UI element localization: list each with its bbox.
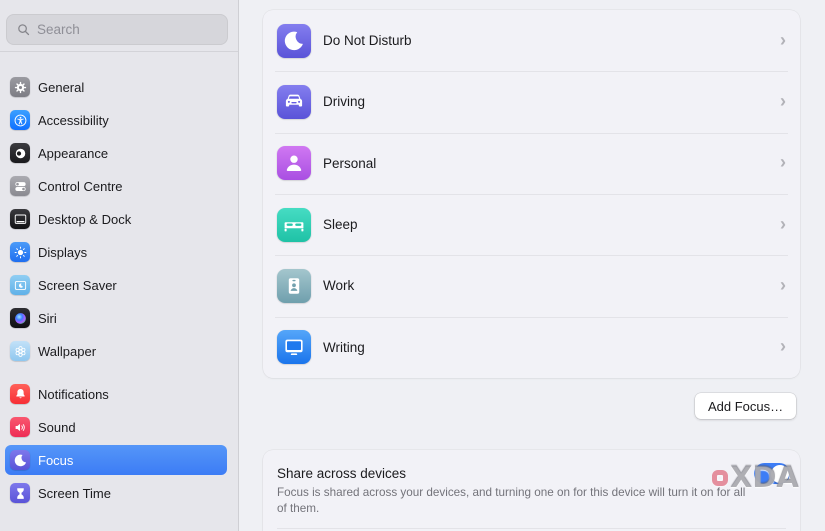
appearance-icon — [10, 143, 30, 163]
hourglass-icon — [10, 483, 30, 503]
add-focus-button[interactable]: Add Focus… — [695, 393, 797, 419]
focus-list-card: Do Not Disturb › Driving › Personal › Sl… — [263, 10, 800, 378]
control-centre-icon — [10, 176, 30, 196]
row-divider — [275, 193, 788, 195]
sidebar-item-siri[interactable]: Siri — [5, 303, 227, 333]
row-divider — [275, 255, 788, 257]
sidebar-item-screen-time[interactable]: Screen Time — [5, 478, 227, 508]
sidebar-item-desktop-dock[interactable]: Desktop & Dock — [5, 204, 227, 234]
sidebar-group: General Accessibility Appearance Control… — [5, 72, 227, 366]
search-placeholder: Search — [37, 22, 80, 37]
row-divider — [275, 71, 788, 73]
share-across-devices-description: Focus is shared across your devices, and… — [277, 486, 746, 515]
gear-icon — [10, 77, 30, 97]
share-across-devices-title: Share across devices — [277, 466, 407, 481]
chevron-right-icon: › — [780, 213, 786, 234]
row-divider — [275, 132, 788, 134]
bed-icon — [277, 207, 311, 242]
speaker-icon — [10, 417, 30, 437]
sidebar-item-focus[interactable]: Focus — [5, 445, 227, 475]
chevron-right-icon: › — [780, 152, 786, 173]
sidebar-item-wallpaper[interactable]: Wallpaper — [5, 336, 227, 366]
sidebar-item-screen-saver[interactable]: Screen Saver — [5, 270, 227, 300]
sidebar-item-control-centre[interactable]: Control Centre — [5, 171, 227, 201]
focus-row-sleep[interactable]: Sleep › — [263, 193, 800, 255]
share-card-divider — [277, 528, 786, 529]
share-across-devices-toggle[interactable] — [754, 463, 790, 484]
focus-row-driving[interactable]: Driving › — [263, 71, 800, 132]
bell-icon — [10, 384, 30, 404]
system-settings-window: Search General Accessibility Appearance … — [0, 0, 825, 531]
sidebar-list: General Accessibility Appearance Control… — [5, 72, 227, 511]
screensaver-icon — [10, 275, 30, 295]
chevron-right-icon: › — [780, 274, 786, 295]
toggle-knob — [770, 464, 789, 483]
sidebar-toolbar-divider — [0, 51, 238, 52]
display-icon — [277, 330, 311, 365]
settings-sidebar: Search General Accessibility Appearance … — [0, 0, 239, 531]
moon-icon — [277, 23, 311, 58]
sidebar-item-general[interactable]: General — [5, 72, 227, 102]
chevron-right-icon: › — [780, 29, 786, 50]
desktop-dock-icon — [10, 209, 30, 229]
wallpaper-icon — [10, 341, 30, 361]
focus-row-work[interactable]: Work › — [263, 255, 800, 316]
accessibility-icon — [10, 110, 30, 130]
sidebar-item-appearance[interactable]: Appearance — [5, 138, 227, 168]
moon-icon — [10, 450, 30, 470]
car-icon — [277, 84, 311, 119]
focus-row-do-not-disturb[interactable]: Do Not Disturb › — [263, 10, 800, 71]
row-divider — [275, 316, 788, 318]
person-icon — [277, 146, 311, 181]
chevron-right-icon: › — [780, 90, 786, 111]
sun-icon — [10, 242, 30, 262]
search-input[interactable]: Search — [6, 14, 228, 45]
badge-icon — [277, 268, 311, 303]
focus-row-writing[interactable]: Writing › — [263, 316, 800, 378]
sidebar-item-accessibility[interactable]: Accessibility — [5, 105, 227, 135]
sidebar-item-notifications[interactable]: Notifications — [5, 379, 227, 409]
focus-row-personal[interactable]: Personal › — [263, 132, 800, 194]
siri-icon — [10, 308, 30, 328]
sidebar-item-displays[interactable]: Displays — [5, 237, 227, 267]
sidebar-group: Notifications Sound Focus Screen Time — [5, 379, 227, 508]
sidebar-item-sound[interactable]: Sound — [5, 412, 227, 442]
search-icon — [18, 24, 30, 36]
share-across-devices-card: Share across devices Focus is shared acr… — [263, 450, 800, 531]
chevron-right-icon: › — [780, 336, 786, 357]
